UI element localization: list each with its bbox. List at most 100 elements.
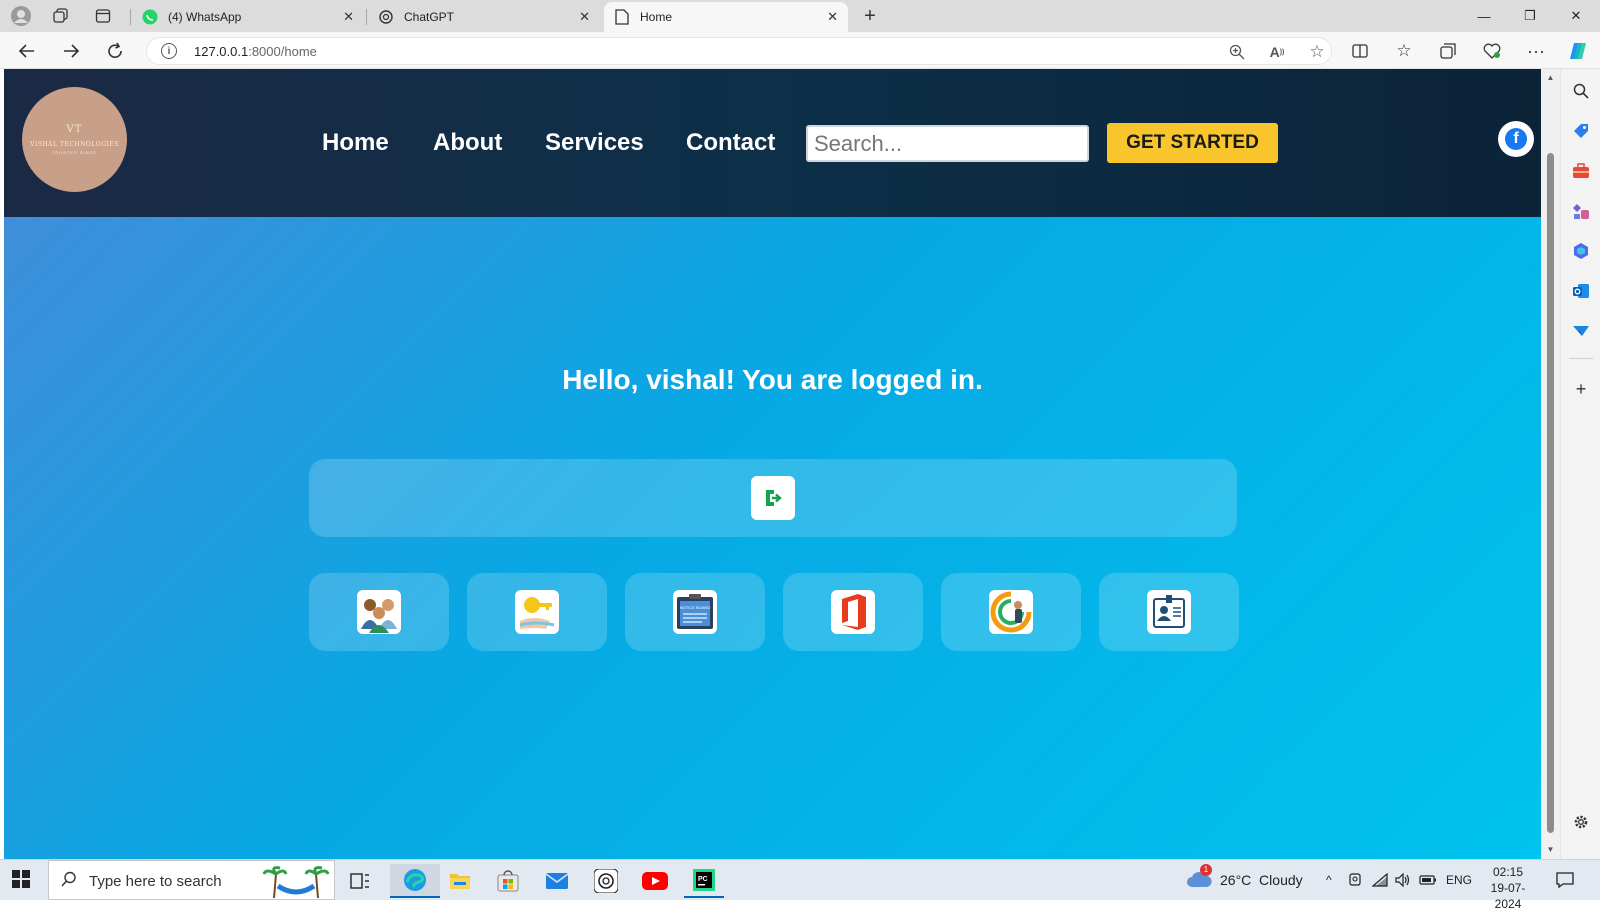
meet-now-icon[interactable] bbox=[1348, 860, 1362, 900]
weather-widget[interactable]: 1 26°C Cloudy bbox=[1186, 860, 1303, 900]
forward-icon[interactable] bbox=[58, 38, 84, 64]
nav-contact[interactable]: Contact bbox=[686, 129, 775, 157]
zoom-icon[interactable] bbox=[1227, 42, 1247, 62]
favorites-icon[interactable]: ☆ bbox=[1391, 38, 1417, 64]
pycharm-icon[interactable]: PC bbox=[684, 864, 724, 898]
language-indicator[interactable]: ENG bbox=[1446, 860, 1472, 900]
url-path: :8000/home bbox=[248, 44, 317, 59]
sidebar-settings-icon[interactable] bbox=[1570, 811, 1592, 833]
scroll-thumb[interactable] bbox=[1547, 153, 1554, 833]
copilot-icon[interactable] bbox=[1565, 38, 1591, 64]
taskbar-clock[interactable]: 02:15 19-07-2024 bbox=[1478, 864, 1538, 912]
page-icon bbox=[614, 9, 630, 25]
minimize-icon[interactable]: — bbox=[1461, 0, 1507, 32]
battery-icon[interactable] bbox=[1419, 860, 1437, 900]
login-greeting: Hello, vishal! You are logged in. bbox=[562, 364, 983, 395]
app-tiles: NOTICE BOARD bbox=[309, 573, 1239, 651]
browser-essentials-icon[interactable] bbox=[1479, 38, 1505, 64]
mail-icon[interactable] bbox=[537, 864, 577, 898]
tools-icon[interactable] bbox=[1570, 160, 1592, 182]
nav-services[interactable]: Services bbox=[545, 129, 644, 157]
tab-whatsapp[interactable]: (4) WhatsApp ✕ bbox=[132, 2, 364, 32]
favorite-star-icon[interactable]: ☆ bbox=[1307, 42, 1327, 62]
url-text[interactable]: 127.0.0.1:8000/home bbox=[194, 44, 317, 59]
read-aloud-icon[interactable]: A)) bbox=[1267, 42, 1287, 62]
chatgpt-app-icon[interactable] bbox=[586, 864, 626, 898]
scroll-up-icon[interactable]: ▲ bbox=[1545, 73, 1556, 83]
profile-icon[interactable] bbox=[10, 5, 32, 27]
svg-text:PC: PC bbox=[698, 876, 708, 883]
tile-office[interactable] bbox=[783, 573, 923, 651]
tile-team[interactable] bbox=[309, 573, 449, 651]
tab-title: ChatGPT bbox=[404, 10, 455, 24]
taskbar-search[interactable]: Type here to search bbox=[48, 860, 335, 900]
tab-actions-icon[interactable] bbox=[92, 5, 114, 27]
whatsapp-icon bbox=[142, 9, 158, 25]
nav-about[interactable]: About bbox=[433, 129, 502, 157]
logo-sub: TRUSTED SINCE bbox=[51, 150, 98, 155]
collections-icon[interactable] bbox=[1435, 38, 1461, 64]
close-icon[interactable]: ✕ bbox=[579, 9, 590, 25]
microsoft-store-icon[interactable] bbox=[488, 864, 528, 898]
office-app-icon[interactable] bbox=[831, 590, 875, 634]
key-app-icon[interactable] bbox=[515, 590, 559, 634]
notifications-icon[interactable] bbox=[1556, 860, 1574, 900]
wifi-icon[interactable] bbox=[1372, 860, 1388, 900]
task-view-icon[interactable] bbox=[340, 864, 380, 898]
edge-taskbar-icon[interactable] bbox=[390, 864, 440, 898]
tab-separator bbox=[130, 9, 131, 25]
restore-icon[interactable]: ❐ bbox=[1507, 0, 1553, 32]
tab-strip: (4) WhatsApp ✕ ChatGPT ✕ Home ✕ + — ❐ ✕ bbox=[0, 0, 1600, 32]
window-close-icon[interactable]: ✕ bbox=[1553, 0, 1599, 32]
notice-board-app-icon[interactable]: NOTICE BOARD bbox=[673, 590, 717, 634]
file-explorer-icon[interactable] bbox=[440, 864, 480, 898]
tile-key[interactable] bbox=[467, 573, 607, 651]
refresh-icon[interactable] bbox=[102, 38, 128, 64]
more-menu-icon[interactable]: ··· bbox=[1523, 38, 1549, 64]
new-tab-icon[interactable]: + bbox=[859, 5, 881, 27]
outlook-icon[interactable] bbox=[1570, 280, 1592, 302]
back-icon[interactable] bbox=[14, 38, 40, 64]
tile-profile[interactable] bbox=[941, 573, 1081, 651]
address-bar[interactable]: i 127.0.0.1:8000/home A)) ☆ bbox=[146, 37, 1332, 65]
shopping-tag-icon[interactable] bbox=[1570, 120, 1592, 142]
tile-notice-board[interactable]: NOTICE BOARD bbox=[625, 573, 765, 651]
tile-employee-id[interactable] bbox=[1099, 573, 1239, 651]
sidebar-search-icon[interactable] bbox=[1570, 80, 1592, 102]
get-started-button[interactable]: GET STARTED bbox=[1107, 123, 1278, 163]
edge-sidebar: + bbox=[1560, 69, 1600, 859]
split-screen-icon[interactable] bbox=[1347, 38, 1373, 64]
cloud-icon: 1 bbox=[1186, 863, 1212, 891]
close-icon[interactable]: ✕ bbox=[343, 9, 354, 25]
url-host: 127.0.0.1 bbox=[194, 44, 249, 59]
profile-app-icon[interactable] bbox=[989, 590, 1033, 634]
drop-send-icon[interactable] bbox=[1570, 320, 1592, 342]
close-icon[interactable]: ✕ bbox=[827, 9, 838, 25]
show-hidden-icons[interactable]: ^ bbox=[1326, 860, 1332, 900]
tab-home[interactable]: Home ✕ bbox=[604, 2, 848, 32]
volume-icon[interactable] bbox=[1395, 860, 1411, 900]
scroll-down-icon[interactable]: ▼ bbox=[1545, 845, 1556, 855]
tab-chatgpt[interactable]: ChatGPT ✕ bbox=[368, 2, 600, 32]
workspaces-icon[interactable] bbox=[50, 5, 72, 27]
employee-id-app-icon[interactable] bbox=[1147, 590, 1191, 634]
site-info-icon[interactable]: i bbox=[161, 43, 177, 59]
microsoft-365-icon[interactable] bbox=[1570, 240, 1592, 262]
team-app-icon[interactable] bbox=[357, 590, 401, 634]
site-logo[interactable]: VT VISHAL TECHNOLOGIES TRUSTED SINCE bbox=[22, 87, 127, 192]
windows-start-icon[interactable] bbox=[12, 870, 34, 892]
site-header: VT VISHAL TECHNOLOGIES TRUSTED SINCE Hom… bbox=[4, 69, 1541, 217]
add-sidebar-app-icon[interactable]: + bbox=[1570, 378, 1592, 400]
search-input[interactable] bbox=[806, 125, 1089, 162]
page-scrollbar[interactable]: ▲ ▼ bbox=[1541, 69, 1560, 859]
clock-time: 02:15 bbox=[1492, 865, 1524, 879]
facebook-icon[interactable]: f bbox=[1498, 121, 1534, 157]
tab-title: Home bbox=[640, 10, 673, 24]
logout-button[interactable] bbox=[751, 476, 795, 520]
notice-board-caption: NOTICE BOARD bbox=[680, 605, 711, 610]
search-highlight-icon bbox=[262, 864, 330, 903]
games-icon[interactable] bbox=[1570, 200, 1592, 222]
youtube-icon[interactable] bbox=[635, 864, 675, 898]
sidebar-divider bbox=[1569, 358, 1593, 359]
nav-home[interactable]: Home bbox=[322, 129, 389, 157]
